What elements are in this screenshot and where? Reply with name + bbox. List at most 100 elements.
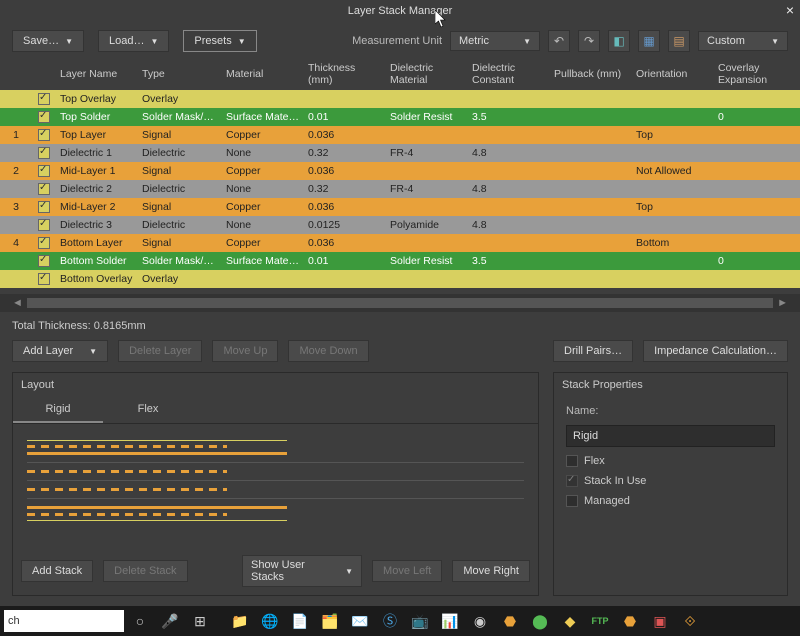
toolbar-icon-1[interactable]: ◧ [608, 30, 630, 52]
app-icon[interactable]: 📁 [226, 607, 254, 635]
chrome-icon[interactable]: ◉ [466, 607, 494, 635]
cell-layer-name[interactable]: Mid-Layer 2 [56, 201, 138, 213]
tab-rigid[interactable]: Rigid [13, 397, 103, 423]
table-row[interactable]: Dielectric 3DielectricNone0.0125Polyamid… [0, 216, 800, 234]
toolbar-icon-3[interactable]: ▤ [668, 30, 690, 52]
row-checkbox[interactable] [32, 111, 56, 123]
add-layer-button[interactable]: Add Layer▼ [12, 340, 108, 362]
table-row[interactable]: Top OverlayOverlay [0, 90, 800, 108]
row-checkbox[interactable] [32, 201, 56, 213]
cell-type[interactable]: Solder Mask/Co... [138, 111, 222, 123]
app-icon[interactable]: 📊 [436, 607, 464, 635]
tab-flex[interactable]: Flex [103, 397, 193, 423]
cell-material[interactable]: Copper [222, 165, 304, 177]
managed-checkbox[interactable] [566, 495, 578, 507]
row-checkbox[interactable] [32, 183, 56, 195]
cell-layer-name[interactable]: Bottom Layer [56, 237, 138, 249]
cell-dielectric-material[interactable]: Solder Resist [386, 255, 468, 267]
col-pullback[interactable]: Pullback (mm) [550, 67, 632, 83]
cell-material[interactable]: Copper [222, 237, 304, 249]
load-button[interactable]: Load…▼ [98, 30, 169, 52]
app-icon[interactable]: ▣ [646, 607, 674, 635]
cell-dielectric-material[interactable]: Polyamide [386, 219, 468, 231]
outlook-icon[interactable]: ✉️ [346, 607, 374, 635]
row-checkbox[interactable] [32, 255, 56, 267]
cell-layer-name[interactable]: Top Layer [56, 129, 138, 141]
cell-type[interactable]: Dielectric [138, 147, 222, 159]
cell-thickness[interactable]: 0.036 [304, 201, 386, 213]
cell-dielectric-material[interactable]: FR-4 [386, 147, 468, 159]
cortana-icon[interactable]: ○ [126, 607, 154, 635]
col-type[interactable]: Type [138, 67, 222, 83]
cell-thickness[interactable]: 0.01 [304, 111, 386, 123]
cell-dielectric-constant[interactable]: 3.5 [468, 111, 550, 123]
col-material[interactable]: Material [222, 67, 304, 83]
cell-thickness[interactable]: 0.036 [304, 129, 386, 141]
cell-type[interactable]: Dielectric [138, 183, 222, 195]
app-icon[interactable]: ◆ [556, 607, 584, 635]
cell-material[interactable]: Copper [222, 129, 304, 141]
cell-material[interactable]: Surface Material [222, 255, 304, 267]
cell-layer-name[interactable]: Bottom Overlay [56, 273, 138, 285]
skype-icon[interactable]: Ⓢ [376, 607, 404, 635]
row-checkbox[interactable] [32, 147, 56, 159]
app-icon[interactable]: 📄 [286, 607, 314, 635]
cell-thickness[interactable]: 0.32 [304, 183, 386, 195]
cell-orientation[interactable]: Top [632, 129, 714, 141]
cell-coverlay[interactable]: 0 [714, 111, 780, 123]
undo-icon[interactable]: ↶ [548, 30, 570, 52]
cell-thickness[interactable]: 0.01 [304, 255, 386, 267]
cell-thickness[interactable]: 0.32 [304, 147, 386, 159]
redo-icon[interactable]: ↷ [578, 30, 600, 52]
measurement-unit-select[interactable]: Metric▼ [450, 31, 540, 51]
taskbar-search[interactable]: ch [4, 610, 124, 632]
add-stack-button[interactable]: Add Stack [21, 560, 93, 582]
cell-material[interactable]: None [222, 147, 304, 159]
table-row[interactable]: 2Mid-Layer 1SignalCopper0.036Not Allowed [0, 162, 800, 180]
cell-type[interactable]: Solder Mask/Co... [138, 255, 222, 267]
toolbar-icon-2[interactable]: ▦ [638, 30, 660, 52]
move-up-button[interactable]: Move Up [212, 340, 278, 362]
cell-layer-name[interactable]: Dielectric 2 [56, 183, 138, 195]
presets-button[interactable]: Presets▼ [183, 30, 256, 52]
cell-layer-name[interactable]: Dielectric 3 [56, 219, 138, 231]
cell-thickness[interactable]: 0.036 [304, 237, 386, 249]
row-checkbox[interactable] [32, 93, 56, 105]
cell-dielectric-constant[interactable]: 4.8 [468, 183, 550, 195]
row-checkbox[interactable] [32, 219, 56, 231]
app-icon[interactable]: ⬣ [616, 607, 644, 635]
cell-type[interactable]: Signal [138, 129, 222, 141]
app-icon[interactable]: ⬤ [526, 607, 554, 635]
cell-type[interactable]: Dielectric [138, 219, 222, 231]
cell-layer-name[interactable]: Top Overlay [56, 93, 138, 105]
cell-orientation[interactable]: Top [632, 201, 714, 213]
app-icon[interactable]: 📺 [406, 607, 434, 635]
cell-dielectric-material[interactable]: FR-4 [386, 183, 468, 195]
impedance-button[interactable]: Impedance Calculation… [643, 340, 788, 362]
delete-layer-button[interactable]: Delete Layer [118, 340, 202, 362]
table-row[interactable]: 1Top LayerSignalCopper0.036Top [0, 126, 800, 144]
close-icon[interactable]: × [786, 2, 794, 18]
mic-icon[interactable]: 🎤 [156, 607, 184, 635]
task-view-icon[interactable]: ⊞ [186, 607, 214, 635]
app-icon[interactable]: ⬣ [496, 607, 524, 635]
cell-dielectric-constant[interactable]: 4.8 [468, 147, 550, 159]
cell-dielectric-constant[interactable]: 3.5 [468, 255, 550, 267]
cell-coverlay[interactable]: 0 [714, 255, 780, 267]
table-row[interactable]: 3Mid-Layer 2SignalCopper0.036Top [0, 198, 800, 216]
col-orientation[interactable]: Orientation [632, 67, 714, 83]
cell-type[interactable]: Overlay [138, 93, 222, 105]
table-row[interactable]: Top SolderSolder Mask/Co...Surface Mater… [0, 108, 800, 126]
cell-material[interactable]: None [222, 183, 304, 195]
save-button[interactable]: Save…▼ [12, 30, 84, 52]
table-row[interactable]: Bottom SolderSolder Mask/Co...Surface Ma… [0, 252, 800, 270]
horizontal-scrollbar[interactable]: ◄ ► [0, 294, 800, 312]
row-checkbox[interactable] [32, 129, 56, 141]
name-input[interactable] [566, 425, 775, 447]
cell-layer-name[interactable]: Bottom Solder [56, 255, 138, 267]
cell-layer-name[interactable]: Dielectric 1 [56, 147, 138, 159]
cell-layer-name[interactable]: Mid-Layer 1 [56, 165, 138, 177]
flex-checkbox[interactable] [566, 455, 578, 467]
scroll-left-icon[interactable]: ◄ [12, 297, 23, 309]
cell-layer-name[interactable]: Top Solder [56, 111, 138, 123]
